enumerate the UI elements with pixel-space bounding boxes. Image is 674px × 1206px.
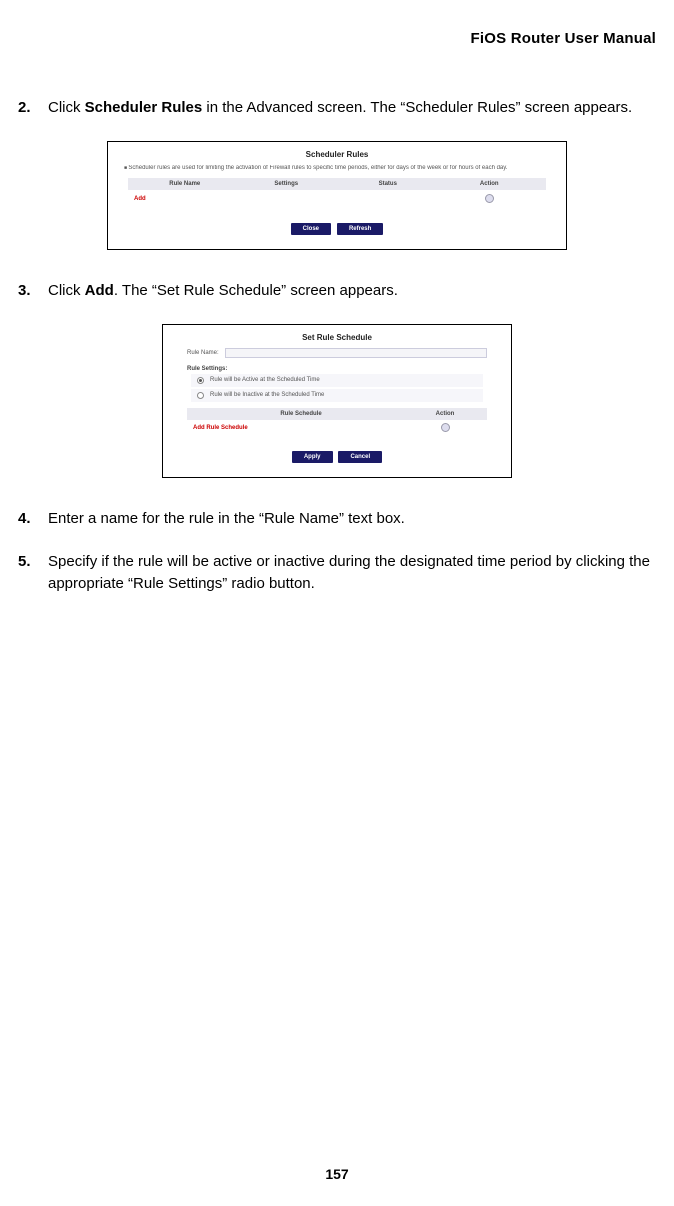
fig2-opt1-text: Rule will be Active at the Scheduled Tim…	[210, 377, 320, 383]
fig2-add-link[interactable]: Add Rule Schedule	[193, 425, 409, 431]
fig2-radio-active[interactable]: Rule will be Active at the Scheduled Tim…	[191, 374, 483, 387]
radio-icon	[197, 377, 204, 384]
fig1-col-action: Action	[439, 181, 541, 187]
step-4: 4. Enter a name for the rule in the “Rul…	[18, 508, 656, 530]
doc-header-title: FiOS Router User Manual	[18, 30, 656, 47]
fig1-close-button[interactable]: Close	[291, 223, 331, 235]
step-2-text: Click Scheduler Rules in the Advanced sc…	[48, 97, 656, 119]
step-3: 3. Click Add. The “Set Rule Schedule” sc…	[18, 280, 656, 302]
step-4-text: Enter a name for the rule in the “Rule N…	[48, 508, 656, 530]
fig2-table-header: Rule Schedule Action	[187, 408, 487, 420]
fig1-add-link[interactable]: Add	[134, 196, 236, 202]
add-icon[interactable]	[485, 194, 494, 203]
fig1-button-row: Close Refresh	[118, 223, 556, 235]
step-2: 2. Click Scheduler Rules in the Advanced…	[18, 97, 656, 119]
fig1-col-settings: Settings	[236, 181, 338, 187]
step-2-pre: Click	[48, 99, 85, 116]
fig2-add-row: Add Rule Schedule	[187, 420, 487, 437]
fig2-name-row: Rule Name:	[187, 348, 487, 358]
radio-icon	[197, 392, 204, 399]
step-3-bold: Add	[85, 282, 114, 299]
step-3-text: Click Add. The “Set Rule Schedule” scree…	[48, 280, 656, 302]
fig2-radio-inactive[interactable]: Rule will be Inactive at the Scheduled T…	[191, 389, 483, 402]
step-5-text: Specify if the rule will be active or in…	[48, 551, 656, 595]
fig1-add-row: Add	[128, 190, 546, 209]
fig2-action-cell	[409, 423, 481, 434]
fig1-col-rulename: Rule Name	[134, 181, 236, 187]
page-number: 157	[0, 1166, 674, 1182]
fig2-button-row: Apply Cancel	[173, 451, 501, 463]
step-2-post: in the Advanced screen. The “Scheduler R…	[202, 99, 632, 116]
step-3-post: . The “Set Rule Schedule” screen appears…	[114, 282, 398, 299]
fig2-name-label: Rule Name:	[187, 350, 219, 356]
step-3-number: 3.	[18, 280, 36, 302]
figure-set-rule-schedule: Set Rule Schedule Rule Name: Rule Settin…	[162, 324, 512, 478]
step-5: 5. Specify if the rule will be active or…	[18, 551, 656, 595]
fig2-col-action: Action	[409, 411, 481, 417]
step-3-pre: Click	[48, 282, 85, 299]
step-2-bold: Scheduler Rules	[85, 99, 203, 116]
fig2-col-schedule: Rule Schedule	[193, 411, 409, 417]
fig1-refresh-button[interactable]: Refresh	[337, 223, 383, 235]
fig1-title: Scheduler Rules	[118, 150, 556, 159]
step-2-number: 2.	[18, 97, 36, 119]
fig1-table-header: Rule Name Settings Status Action	[128, 178, 546, 190]
figure-scheduler-rules: Scheduler Rules Scheduler rules are used…	[107, 141, 567, 250]
add-icon[interactable]	[441, 423, 450, 432]
fig2-apply-button[interactable]: Apply	[292, 451, 333, 463]
fig2-cancel-button[interactable]: Cancel	[338, 451, 382, 463]
fig1-note: Scheduler rules are used for limiting th…	[124, 165, 556, 172]
fig1-action-cell	[439, 194, 541, 205]
step-5-number: 5.	[18, 551, 36, 595]
rule-name-input[interactable]	[225, 348, 487, 358]
fig2-opt2-text: Rule will be Inactive at the Scheduled T…	[210, 392, 324, 398]
fig1-col-status: Status	[337, 181, 439, 187]
fig2-title: Set Rule Schedule	[173, 333, 501, 342]
figure-2-wrap: Set Rule Schedule Rule Name: Rule Settin…	[18, 324, 656, 478]
fig2-settings-label: Rule Settings:	[187, 366, 487, 372]
figure-1-wrap: Scheduler Rules Scheduler rules are used…	[18, 141, 656, 250]
step-4-number: 4.	[18, 508, 36, 530]
